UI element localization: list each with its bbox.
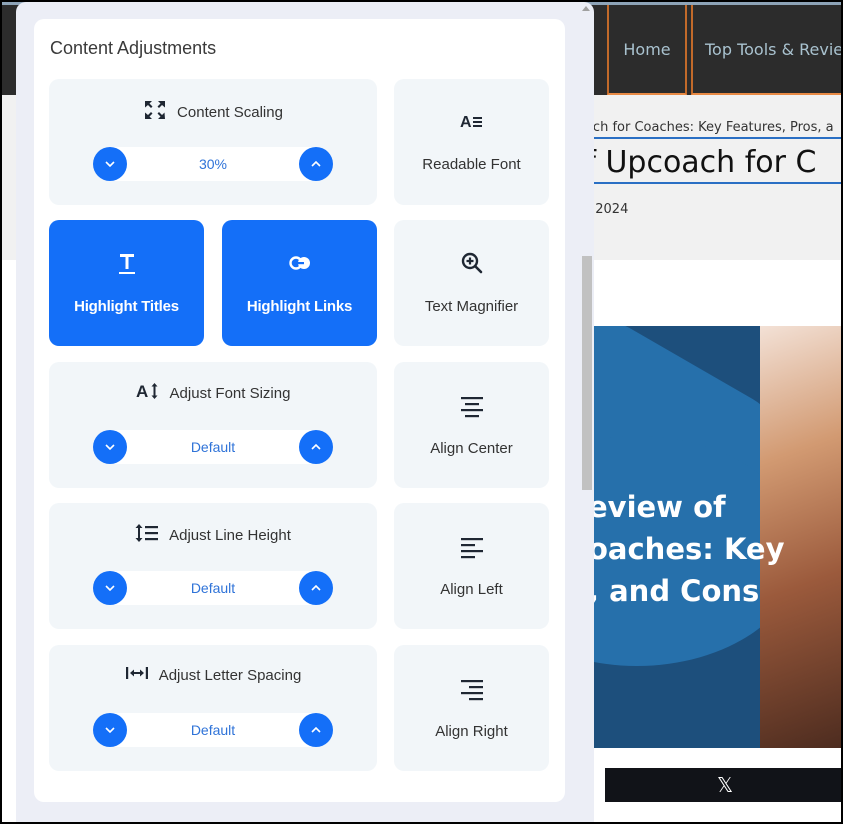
readable-font-button[interactable]: A Readable Font xyxy=(394,79,549,205)
section-title: Content Adjustments xyxy=(50,38,217,58)
text-magnifier-label: Text Magnifier xyxy=(424,298,519,315)
content-scaling-increase-button[interactable] xyxy=(299,147,333,181)
align-left-button[interactable]: Align Left xyxy=(394,503,549,629)
x-logo-icon: 𝕏 xyxy=(716,773,734,797)
title-icon xyxy=(117,252,137,276)
line-height-card: Adjust Line Height Default xyxy=(49,503,377,629)
scroll-up-arrow-icon[interactable] xyxy=(582,6,590,11)
font-sizing-card: A Adjust Font Sizing Default xyxy=(49,362,377,488)
font-size-icon: A xyxy=(136,382,160,405)
align-right-button[interactable]: Align Right xyxy=(394,645,549,771)
highlight-links-label: Highlight Links xyxy=(246,298,353,315)
content-scaling-decrease-button[interactable] xyxy=(93,147,127,181)
letter-spacing-card: Adjust Letter Spacing Default xyxy=(49,645,377,771)
align-right-label: Align Right xyxy=(435,723,508,740)
chevron-up-icon xyxy=(311,161,321,167)
font-sizing-label: Adjust Font Sizing xyxy=(169,385,291,402)
content-scaling-stepper: 30% xyxy=(93,147,333,181)
svg-text:A: A xyxy=(136,382,148,400)
align-right-icon xyxy=(460,677,484,701)
readable-font-label: Readable Font xyxy=(422,156,521,173)
content-scaling-label: Content Scaling xyxy=(177,104,283,121)
letter-spacing-decrease-button[interactable] xyxy=(93,713,127,747)
line-height-label: Adjust Line Height xyxy=(169,527,291,544)
letter-spacing-value: Default xyxy=(190,722,236,738)
text-magnifier-button[interactable]: Text Magnifier xyxy=(394,220,549,346)
font-sizing-decrease-button[interactable] xyxy=(93,430,127,464)
chevron-down-icon xyxy=(105,727,115,733)
feature-image-text: eview of oaches: Key , and Cons xyxy=(592,490,785,608)
readable-font-icon: A xyxy=(460,113,484,129)
align-center-icon xyxy=(460,394,484,418)
breadcrumb[interactable]: oach for Coaches: Key Features, Pros, a xyxy=(577,120,841,139)
chevron-down-icon xyxy=(105,161,115,167)
highlight-links-button[interactable]: Highlight Links xyxy=(222,220,377,346)
line-height-stepper: Default xyxy=(93,571,333,605)
content-scaling-card: Content Scaling 30% xyxy=(49,79,377,205)
line-height-decrease-button[interactable] xyxy=(93,571,127,605)
chevron-up-icon xyxy=(311,444,321,450)
link-icon xyxy=(288,255,312,271)
chevron-up-icon xyxy=(311,585,321,591)
content-adjustments-section: Content Adjustments Content Scaling 30% xyxy=(34,19,565,802)
line-height-increase-button[interactable] xyxy=(299,571,333,605)
chevron-down-icon xyxy=(105,444,115,450)
content-scaling-value: 30% xyxy=(198,156,228,172)
align-left-icon xyxy=(460,535,484,559)
line-height-value: Default xyxy=(190,580,236,596)
letter-spacing-label: Adjust Letter Spacing xyxy=(158,667,302,684)
font-sizing-stepper: Default xyxy=(93,430,333,464)
font-sizing-value: Default xyxy=(190,439,236,455)
align-left-label: Align Left xyxy=(440,581,503,598)
letter-spacing-icon xyxy=(125,665,149,686)
align-center-button[interactable]: Align Center xyxy=(394,362,549,488)
highlight-titles-button[interactable]: Highlight Titles xyxy=(49,220,204,346)
feature-image: eview of oaches: Key , and Cons xyxy=(592,326,841,748)
align-center-label: Align Center xyxy=(430,440,513,457)
line-height-icon xyxy=(135,523,159,548)
font-sizing-increase-button[interactable] xyxy=(299,430,333,464)
svg-text:A: A xyxy=(460,114,472,129)
chevron-up-icon xyxy=(311,727,321,733)
nav-top-tools-reviews[interactable]: Top Tools & Reviews xyxy=(691,5,841,95)
post-title: of Upcoach for C xyxy=(567,144,841,184)
magnifier-icon xyxy=(460,251,484,275)
nav-home[interactable]: Home xyxy=(607,5,687,95)
highlight-titles-label: Highlight Titles xyxy=(74,298,179,315)
letter-spacing-increase-button[interactable] xyxy=(299,713,333,747)
chevron-down-icon xyxy=(105,585,115,591)
panel-scrollbar-thumb[interactable] xyxy=(582,256,592,490)
letter-spacing-stepper: Default xyxy=(93,713,333,747)
share-x-button[interactable]: 𝕏 xyxy=(605,768,841,802)
expand-arrows-icon xyxy=(143,99,167,126)
